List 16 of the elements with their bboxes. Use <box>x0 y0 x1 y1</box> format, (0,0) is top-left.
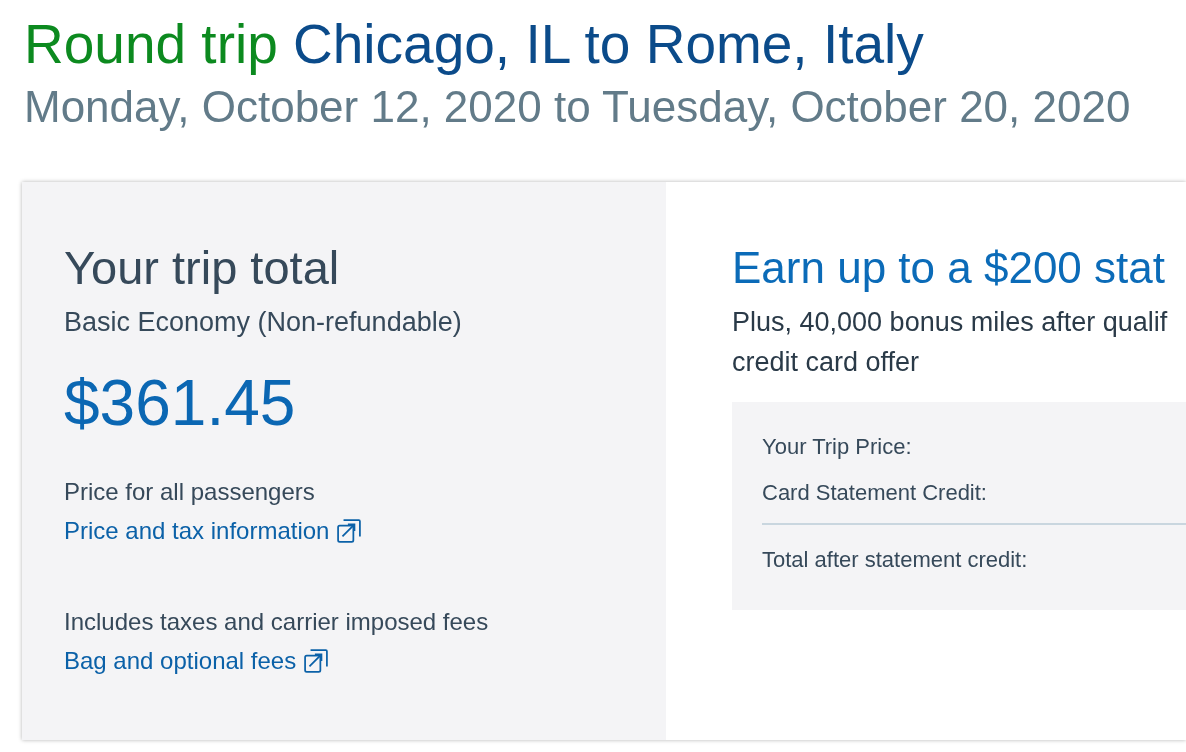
summary-label: Your Trip Price: <box>762 433 913 461</box>
trip-dates: Monday, October 12, 2020 to Tuesday, October 20, 2020 <box>24 82 1132 132</box>
trip-price: $361.45 <box>64 366 297 441</box>
external-link-icon <box>304 649 329 673</box>
summary-label: Card Statement Credit: <box>762 479 988 507</box>
info-link[interactable]: Bag and optional fees <box>64 645 329 677</box>
summary-total-label: Total after statement credit: <box>762 546 1029 574</box>
price-note: Includes taxes and carrier imposed fees <box>64 607 489 637</box>
info-link[interactable]: Price and tax information <box>64 515 362 547</box>
trip-title: Round trip Chicago, IL to Rome, Italy <box>24 14 925 74</box>
fare-class: Basic Economy (Non-refundable) <box>64 306 463 339</box>
trip-total-heading: Your trip total <box>64 242 341 294</box>
price-note: Price for all passengers <box>64 477 315 507</box>
offer-heading: Earn up to a $200 stat <box>732 242 1166 294</box>
offer-subtitle: Plus, 40,000 bonus miles after qualif credit card offer <box>732 306 1169 379</box>
external-link-icon <box>337 519 362 543</box>
